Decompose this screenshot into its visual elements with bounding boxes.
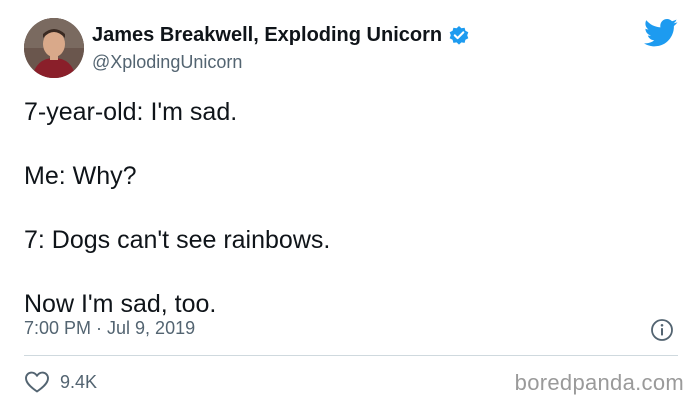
avatar-photo	[24, 18, 84, 78]
author-display-name[interactable]: James Breakwell, Exploding Unicorn	[92, 24, 442, 47]
tweet-line: 7: Dogs can't see rainbows.	[24, 226, 331, 254]
author-handle[interactable]: @XplodingUnicorn	[92, 52, 242, 73]
tweet-line: 7-year-old: I'm sad.	[24, 98, 238, 126]
tweet-text: 7-year-old: I'm sad. Me: Why? 7: Dogs ca…	[24, 96, 664, 352]
tweet-line: Me: Why?	[24, 162, 137, 190]
twitter-bird-icon[interactable]	[644, 18, 678, 48]
tweet-timestamp[interactable]: 7:00 PM · Jul 9, 2019	[24, 318, 195, 339]
avatar[interactable]	[24, 18, 84, 78]
author-name-row: James Breakwell, Exploding Unicorn	[92, 24, 470, 47]
like-button[interactable]: 9.4K	[24, 370, 97, 394]
info-icon[interactable]	[650, 318, 674, 342]
tweet-card: James Breakwell, Exploding Unicorn @Xplo…	[0, 0, 700, 410]
watermark: boredpanda.com	[514, 370, 684, 395]
tweet-line: Now I'm sad, too.	[24, 290, 217, 318]
divider	[24, 355, 678, 356]
heart-icon	[25, 371, 49, 393]
verified-badge-icon	[448, 25, 470, 47]
like-count: 9.4K	[60, 371, 98, 392]
